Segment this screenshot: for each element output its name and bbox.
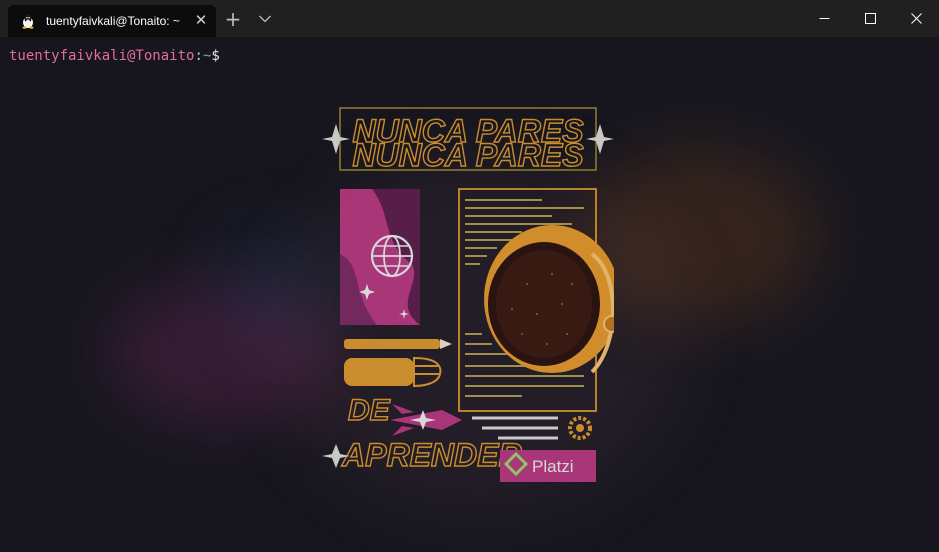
poster-headline: APRENDER xyxy=(341,437,522,473)
poster-headline: DE xyxy=(348,394,391,427)
tab-terminal[interactable]: tuentyfaivkali@Tonaito: ~ ✕ xyxy=(8,5,216,37)
terminal-pane[interactable]: tuentyfaivkali@Tonaito:~$ NUNCA PARES NU… xyxy=(0,37,939,552)
prompt-symbol: $ xyxy=(211,48,220,64)
tab-close-icon[interactable]: ✕ xyxy=(192,11,210,29)
close-icon xyxy=(911,13,922,24)
background-glow xyxy=(210,227,340,337)
close-window-button[interactable] xyxy=(894,0,939,37)
chevron-down-icon[interactable] xyxy=(258,12,272,26)
poster-headline-shadow: NUNCA PARES xyxy=(352,137,584,173)
shell-prompt: tuentyfaivkali@Tonaito:~$ xyxy=(9,47,220,65)
maximize-icon xyxy=(865,13,876,24)
poster-brand: Platzi xyxy=(532,457,574,476)
prompt-user-host: tuentyfaivkali@Tonaito xyxy=(9,48,195,64)
linux-tux-icon xyxy=(22,14,34,29)
new-tab-button[interactable]: + xyxy=(224,9,242,29)
title-bar: tuentyfaivkali@Tonaito: ~ ✕ + xyxy=(0,0,939,37)
maximize-button[interactable] xyxy=(848,0,894,37)
background-glow xyxy=(580,147,820,327)
background-poster-image: NUNCA PARES NUNCA PARES DE APRENDER Plat… xyxy=(322,107,614,482)
tab-title: tuentyfaivkali@Tonaito: ~ xyxy=(46,14,180,28)
prompt-separator: : xyxy=(194,48,203,64)
minimize-icon xyxy=(819,18,830,19)
minimize-button[interactable] xyxy=(802,0,848,37)
